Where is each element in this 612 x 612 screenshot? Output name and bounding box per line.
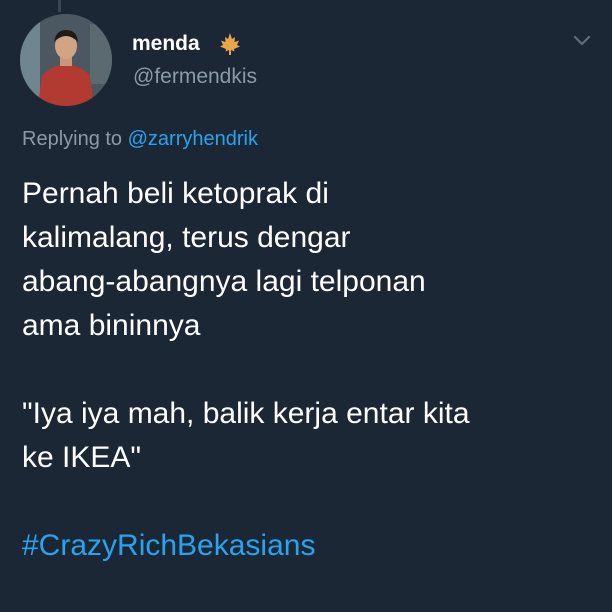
avatar-photo xyxy=(20,14,112,106)
tweet-paragraph: Pernah beli ketoprak di kalimalang, teru… xyxy=(22,177,426,342)
avatar[interactable] xyxy=(20,14,112,106)
author-handle[interactable]: @fermendkis xyxy=(133,65,257,89)
tweet-card: menda @fermendkis Replying to @zarryhend… xyxy=(0,0,612,612)
tweet-paragraph: "Iya iya mah, balik kerja entar kita ke … xyxy=(22,397,470,474)
reply-target-link[interactable]: @zarryhendrik xyxy=(128,128,258,150)
author-display-name[interactable]: menda xyxy=(132,32,200,56)
maple-leaf-icon xyxy=(220,33,240,55)
chevron-down-icon[interactable] xyxy=(570,30,594,50)
replying-to-line: Replying to @zarryhendrik xyxy=(22,128,258,151)
replying-to-label: Replying to xyxy=(22,128,123,150)
tweet-text: Pernah beli ketoprak di kalimalang, teru… xyxy=(22,172,597,568)
hashtag-link[interactable]: #CrazyRichBekasians xyxy=(22,524,597,568)
thread-connector-line xyxy=(58,0,61,12)
